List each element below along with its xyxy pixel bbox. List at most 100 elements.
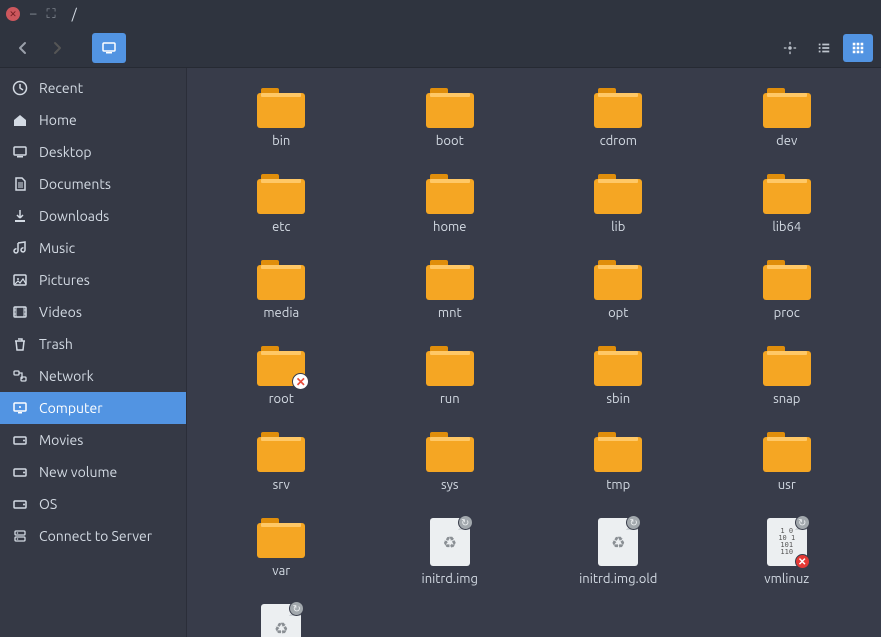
folder-icon: [426, 174, 474, 214]
sidebar-item-label: OS: [39, 496, 57, 512]
folder-icon: [763, 346, 811, 386]
symlink-emblem-icon: [458, 515, 473, 530]
sidebar-item-downloads[interactable]: Downloads: [0, 200, 186, 232]
drive-icon: [12, 496, 28, 512]
folder-icon: [594, 346, 642, 386]
sidebar-item-label: New volume: [39, 464, 117, 480]
location-computer-button[interactable]: [92, 33, 126, 63]
folder-item[interactable]: var: [204, 518, 358, 604]
folder-item[interactable]: tmp: [541, 432, 695, 518]
forward-button[interactable]: [42, 33, 72, 63]
item-label: root: [269, 392, 294, 406]
maximize-button[interactable]: ⛶: [46, 7, 55, 22]
folder-item[interactable]: proc: [710, 260, 864, 346]
list-view-button[interactable]: [809, 34, 839, 62]
sidebar-item-connect[interactable]: Connect to Server: [0, 520, 186, 552]
item-label: run: [440, 392, 460, 406]
close-button[interactable]: ✕: [6, 7, 20, 21]
sidebar-item-trash[interactable]: Trash: [0, 328, 186, 360]
desktop-icon: [12, 144, 28, 160]
sidebar-item-label: Desktop: [39, 144, 92, 160]
folder-icon: [257, 174, 305, 214]
sidebar-item-label: Pictures: [39, 272, 90, 288]
folder-item[interactable]: ✕ root: [204, 346, 358, 432]
folder-item[interactable]: sbin: [541, 346, 695, 432]
folder-item[interactable]: mnt: [373, 260, 527, 346]
folder-item[interactable]: usr: [710, 432, 864, 518]
sidebar-item-videos[interactable]: Videos: [0, 296, 186, 328]
sidebar-item-label: Music: [39, 240, 75, 256]
sidebar-item-label: Home: [39, 112, 77, 128]
folder-item[interactable]: lib: [541, 174, 695, 260]
sidebar-item-documents[interactable]: Documents: [0, 168, 186, 200]
item-label: initrd.img.old: [579, 572, 657, 586]
sidebar-item-recent[interactable]: Recent: [0, 72, 186, 104]
video-icon: [12, 304, 28, 320]
download-icon: [12, 208, 28, 224]
sidebar-item-home[interactable]: Home: [0, 104, 186, 136]
focus-location-button[interactable]: [775, 34, 805, 62]
folder-icon: [763, 88, 811, 128]
folder-item[interactable]: srv: [204, 432, 358, 518]
sidebar-item-newvolume[interactable]: New volume: [0, 456, 186, 488]
file-item[interactable]: ♻ initrd.img.old: [541, 518, 695, 604]
sidebar-item-label: Recent: [39, 80, 83, 96]
item-label: tmp: [606, 478, 630, 492]
sidebar-item-desktop[interactable]: Desktop: [0, 136, 186, 168]
folder-icon: ✕: [257, 346, 305, 386]
sidebar-item-pictures[interactable]: Pictures: [0, 264, 186, 296]
folder-item[interactable]: etc: [204, 174, 358, 260]
folder-item[interactable]: snap: [710, 346, 864, 432]
minimize-button[interactable]: –: [30, 7, 36, 21]
item-label: proc: [774, 306, 800, 320]
folder-item[interactable]: media: [204, 260, 358, 346]
folder-item[interactable]: boot: [373, 88, 527, 174]
sidebar-item-computer[interactable]: Computer: [0, 392, 186, 424]
item-label: mnt: [438, 306, 462, 320]
file-icon: ♻: [598, 518, 638, 566]
folder-icon: [257, 432, 305, 472]
item-label: sbin: [606, 392, 630, 406]
sidebar-item-network[interactable]: Network: [0, 360, 186, 392]
folder-icon: [594, 260, 642, 300]
folder-item[interactable]: opt: [541, 260, 695, 346]
sidebar-item-movies[interactable]: Movies: [0, 424, 186, 456]
item-label: bin: [272, 134, 290, 148]
sidebar-item-os[interactable]: OS: [0, 488, 186, 520]
file-item[interactable]: ♻vmlinuz.old: [204, 604, 358, 637]
file-icon: ♻: [430, 518, 470, 566]
icon-view-button[interactable]: [843, 34, 873, 62]
symlink-emblem-icon: [626, 515, 641, 530]
item-label: sys: [441, 478, 459, 492]
item-label: opt: [608, 306, 628, 320]
sidebar-item-music[interactable]: Music: [0, 232, 186, 264]
item-label: lib64: [772, 220, 801, 234]
symlink-emblem-icon: [795, 515, 810, 530]
folder-item[interactable]: bin: [204, 88, 358, 174]
folder-icon: [763, 174, 811, 214]
folder-icon: [426, 432, 474, 472]
toolbar: [0, 28, 881, 68]
file-item[interactable]: ♻initrd.img: [373, 518, 527, 604]
folder-item[interactable]: home: [373, 174, 527, 260]
file-item[interactable]: 1 0 10 1 101 110vmlinuz: [710, 518, 864, 604]
symlink-emblem-icon: [289, 601, 304, 616]
folder-item[interactable]: sys: [373, 432, 527, 518]
file-grid: bin bootcdromdev etc homelib lib64 media mnt op…: [187, 68, 881, 637]
folder-item[interactable]: run: [373, 346, 527, 432]
folder-item[interactable]: cdrom: [541, 88, 695, 174]
computer-icon: [12, 400, 28, 416]
document-icon: [12, 176, 28, 192]
file-icon: ♻: [261, 604, 301, 637]
back-button[interactable]: [8, 33, 38, 63]
folder-icon: [594, 432, 642, 472]
folder-icon: [763, 260, 811, 300]
item-label: srv: [273, 478, 290, 492]
folder-item[interactable]: dev: [710, 88, 864, 174]
folder-icon: [426, 88, 474, 128]
sidebar-item-label: Network: [39, 368, 94, 384]
item-label: etc: [272, 220, 290, 234]
item-label: usr: [778, 478, 796, 492]
music-icon: [12, 240, 28, 256]
folder-item[interactable]: lib64: [710, 174, 864, 260]
